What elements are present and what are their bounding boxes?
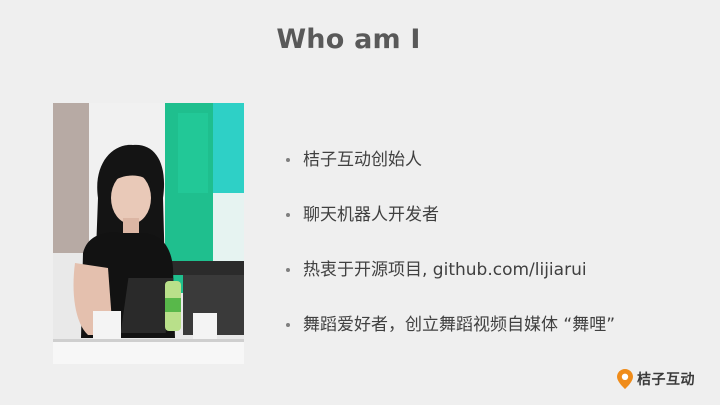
- bullet-dot-icon: [286, 323, 290, 327]
- bullet-dot-icon: [286, 158, 290, 162]
- bullet-item: 热衷于开源项目, github.com/lijiarui: [284, 256, 704, 284]
- bullet-dot-icon: [286, 213, 290, 217]
- slide-title: Who am I: [276, 24, 421, 55]
- bullet-dot-icon: [286, 268, 290, 272]
- bullet-text: 聊天机器人开发者: [303, 205, 439, 225]
- bullet-text: 热衷于开源项目, github.com/lijiarui: [303, 260, 587, 280]
- brand-logo-text: 桔子互动: [637, 372, 695, 388]
- bullet-text: 桔子互动创始人: [303, 150, 422, 170]
- location-pin-icon: [617, 369, 633, 389]
- bullet-item: 聊天机器人开发者: [284, 201, 704, 229]
- bullet-text: 舞蹈爱好者，创立舞蹈视频自媒体 “舞哩”: [303, 315, 616, 335]
- bullet-list: 桔子互动创始人 聊天机器人开发者 热衷于开源项目, github.com/lij…: [284, 146, 704, 366]
- brand-logo: 桔子互动: [617, 368, 695, 390]
- bullet-item: 舞蹈爱好者，创立舞蹈视频自媒体 “舞哩”: [284, 311, 704, 339]
- portrait-photo: [53, 103, 244, 364]
- bullet-item: 桔子互动创始人: [284, 146, 704, 174]
